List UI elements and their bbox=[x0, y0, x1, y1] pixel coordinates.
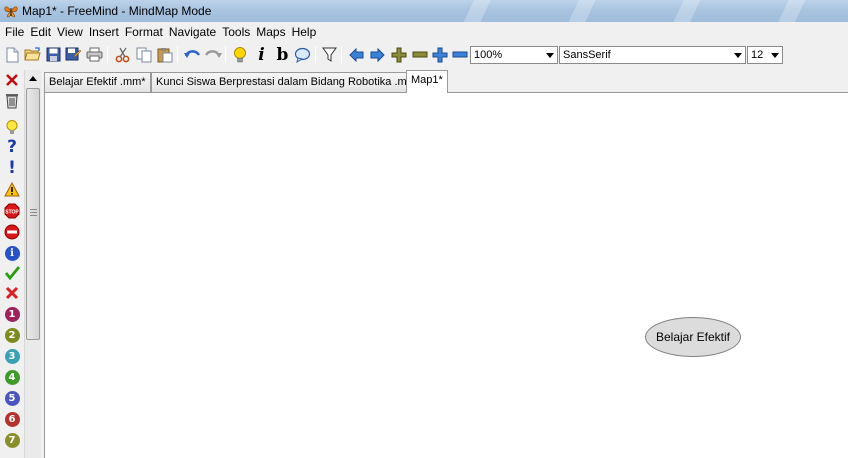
toolbar-separator bbox=[177, 46, 178, 63]
save-icon[interactable] bbox=[44, 45, 63, 64]
forward-icon[interactable] bbox=[368, 45, 387, 64]
priority-7-number: 7 bbox=[4, 432, 20, 448]
priority-1-number: 1 bbox=[4, 306, 20, 322]
menu-insert[interactable]: Insert bbox=[86, 23, 122, 41]
font-size-select[interactable]: 12 bbox=[747, 46, 783, 64]
chevron-down-icon bbox=[733, 47, 743, 63]
lightbulb-icon[interactable] bbox=[230, 45, 249, 64]
menu-tools[interactable]: Tools bbox=[219, 23, 253, 41]
priority-3-icon[interactable]: 3 bbox=[3, 347, 21, 365]
titlebar-glass bbox=[430, 0, 848, 22]
priority-1-icon[interactable]: 1 bbox=[3, 305, 21, 323]
open-icon[interactable] bbox=[23, 45, 42, 64]
menu-format[interactable]: Format bbox=[122, 23, 166, 41]
tab-belajar-efektif[interactable]: Belajar Efektif .mm* bbox=[44, 72, 151, 92]
toolbar-separator bbox=[315, 46, 316, 63]
scrollbar-thumb[interactable] bbox=[26, 88, 40, 340]
zoom-value: 100% bbox=[474, 49, 503, 61]
font-size-value: 12 bbox=[751, 49, 764, 61]
tab-kunci-siswa[interactable]: Kunci Siswa Berprestasi dalam Bidang Rob… bbox=[151, 72, 421, 92]
zoom-out-icon[interactable] bbox=[450, 45, 469, 64]
add-node-icon[interactable] bbox=[389, 45, 408, 64]
undo-icon[interactable] bbox=[182, 45, 201, 64]
idea-icon[interactable] bbox=[3, 118, 21, 136]
priority-5-number: 5 bbox=[4, 390, 20, 406]
back-icon[interactable] bbox=[347, 45, 366, 64]
menu-bar: File Edit View Insert Format Navigate To… bbox=[0, 22, 848, 42]
menu-view[interactable]: View bbox=[54, 23, 86, 41]
important-icon[interactable]: ! bbox=[3, 158, 21, 178]
toolbar-separator bbox=[225, 46, 226, 63]
toolbar: i b 100% SansSerif 12 bbox=[0, 42, 848, 68]
icon-toolbar-scrollbar[interactable] bbox=[24, 70, 41, 458]
save-as-icon[interactable] bbox=[63, 45, 82, 64]
menu-maps[interactable]: Maps bbox=[253, 23, 288, 41]
priority-2-icon[interactable]: 2 bbox=[3, 326, 21, 344]
title-bar: Map1* - FreeMind - MindMap Mode bbox=[0, 0, 848, 22]
tab-bar: Belajar Efektif .mm* Kunci Siswa Berpres… bbox=[42, 70, 848, 93]
info-glyph: i bbox=[4, 245, 20, 261]
redo-icon[interactable] bbox=[203, 45, 222, 64]
stop-icon[interactable]: STOP bbox=[3, 202, 21, 220]
zoom-in-icon[interactable] bbox=[430, 45, 449, 64]
priority-7-icon[interactable]: 7 bbox=[3, 431, 21, 449]
priority-6-icon[interactable]: 6 bbox=[3, 410, 21, 428]
toolbar-separator bbox=[107, 46, 108, 63]
chevron-down-icon bbox=[545, 47, 555, 63]
note-icon[interactable] bbox=[293, 45, 312, 64]
priority-5-icon[interactable]: 5 bbox=[3, 389, 21, 407]
new-icon[interactable] bbox=[3, 45, 22, 64]
not-ok-icon[interactable] bbox=[3, 284, 21, 302]
scrollbar-grip bbox=[30, 209, 37, 217]
remove-icon-x[interactable] bbox=[3, 71, 21, 89]
italic-icon[interactable]: i bbox=[252, 45, 271, 65]
print-icon[interactable] bbox=[85, 45, 104, 64]
stop-sign-text: STOP bbox=[5, 210, 19, 216]
root-node[interactable]: Belajar Efektif bbox=[645, 317, 741, 357]
trash-icon[interactable] bbox=[3, 91, 21, 109]
cut-icon[interactable] bbox=[113, 45, 132, 64]
stop-sign-icon[interactable] bbox=[3, 223, 21, 241]
menu-help[interactable]: Help bbox=[289, 23, 320, 41]
ok-icon[interactable] bbox=[3, 264, 21, 282]
info-icon[interactable]: i bbox=[3, 244, 21, 262]
remove-node-icon[interactable] bbox=[410, 45, 429, 64]
priority-4-icon[interactable]: 4 bbox=[3, 368, 21, 386]
menu-file[interactable]: File bbox=[2, 23, 27, 41]
warning-icon[interactable] bbox=[3, 180, 21, 198]
question-icon[interactable]: ? bbox=[3, 137, 21, 157]
icon-toolbar: ? ! STOP i 1 2 3 4 5 6 7 bbox=[0, 68, 24, 458]
priority-6-number: 6 bbox=[4, 411, 20, 427]
scroll-up-arrow-icon[interactable] bbox=[25, 70, 41, 87]
bold-icon[interactable]: b bbox=[273, 45, 292, 65]
priority-2-number: 2 bbox=[4, 327, 20, 343]
paste-icon[interactable] bbox=[155, 45, 174, 64]
toolbar-separator bbox=[341, 46, 342, 63]
filter-icon[interactable] bbox=[320, 45, 339, 64]
butterfly-icon bbox=[3, 3, 19, 19]
copy-icon[interactable] bbox=[134, 45, 153, 64]
window-title: Map1* - FreeMind - MindMap Mode bbox=[22, 4, 212, 18]
priority-4-number: 4 bbox=[4, 369, 20, 385]
font-family-select[interactable]: SansSerif bbox=[559, 46, 746, 64]
zoom-select[interactable]: 100% bbox=[470, 46, 558, 64]
chevron-down-icon bbox=[770, 47, 780, 63]
menu-edit[interactable]: Edit bbox=[27, 23, 54, 41]
menu-navigate[interactable]: Navigate bbox=[166, 23, 219, 41]
font-family-value: SansSerif bbox=[563, 49, 611, 61]
priority-3-number: 3 bbox=[4, 348, 20, 364]
mindmap-canvas[interactable]: Belajar Efektif bbox=[44, 92, 848, 458]
tab-map1[interactable]: Map1* bbox=[406, 70, 448, 93]
